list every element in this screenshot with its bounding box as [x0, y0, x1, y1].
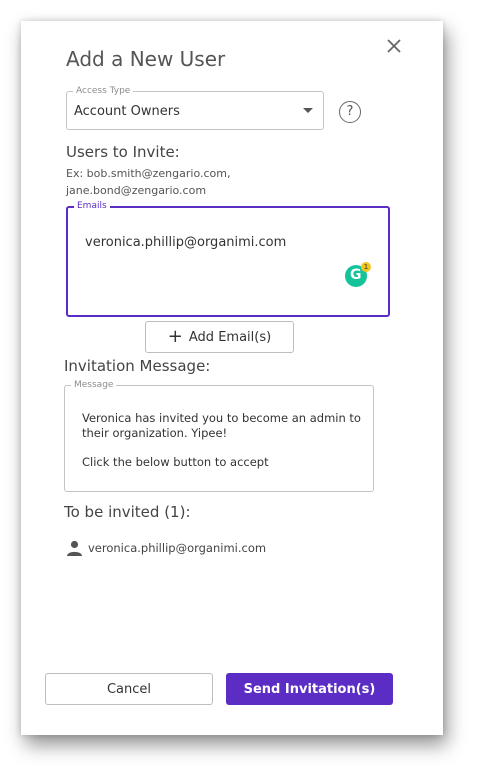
- hint-line-2: jane.bond@zengario.com: [66, 184, 207, 197]
- add-user-dialog: Add a New User Access Type Account Owner…: [21, 21, 443, 735]
- to-be-invited-heading: To be invited (1):: [64, 503, 191, 521]
- message-label: Message: [71, 379, 117, 391]
- message-body: Veronica has invited you to become an ad…: [82, 411, 361, 469]
- access-type-label: Access Type: [73, 85, 134, 97]
- message-field[interactable]: Message Veronica has invited you to beco…: [64, 379, 374, 492]
- person-icon: [67, 540, 82, 556]
- hint-line-1: Ex: bob.smith@zengario.com,: [66, 167, 231, 180]
- access-type-value: Account Owners: [74, 104, 180, 119]
- grammarly-icon[interactable]: G 1: [345, 262, 371, 287]
- emails-value: veronica.phillip@organimi.com: [85, 235, 287, 250]
- add-email-label: Add Email(s): [188, 329, 272, 345]
- emails-field[interactable]: Emails veronica.phillip@organimi.com G 1: [66, 200, 390, 317]
- cancel-button[interactable]: Cancel: [45, 673, 213, 705]
- invitee-item: veronica.phillip@organimi.com: [66, 540, 266, 556]
- grammarly-glyph: G: [350, 267, 362, 283]
- invitee-email: veronica.phillip@organimi.com: [88, 541, 267, 555]
- send-invitations-button[interactable]: Send Invitation(s): [226, 673, 393, 705]
- invitation-message-heading: Invitation Message:: [64, 357, 211, 375]
- email-format-hint: Ex: bob.smith@zengario.com, jane.bond@ze…: [66, 165, 286, 199]
- users-to-invite-heading: Users to Invite:: [66, 143, 180, 161]
- caret-down-icon: [303, 108, 313, 113]
- plus-icon: +: [167, 326, 183, 347]
- add-email-button[interactable]: + Add Email(s): [145, 321, 294, 353]
- close-icon[interactable]: [383, 35, 405, 57]
- grammarly-badge: 1: [361, 262, 371, 272]
- access-type-select[interactable]: Access Type Account Owners: [66, 85, 324, 130]
- dialog-title: Add a New User: [66, 47, 226, 71]
- help-icon[interactable]: ?: [339, 101, 361, 123]
- emails-label: Emails: [74, 200, 110, 212]
